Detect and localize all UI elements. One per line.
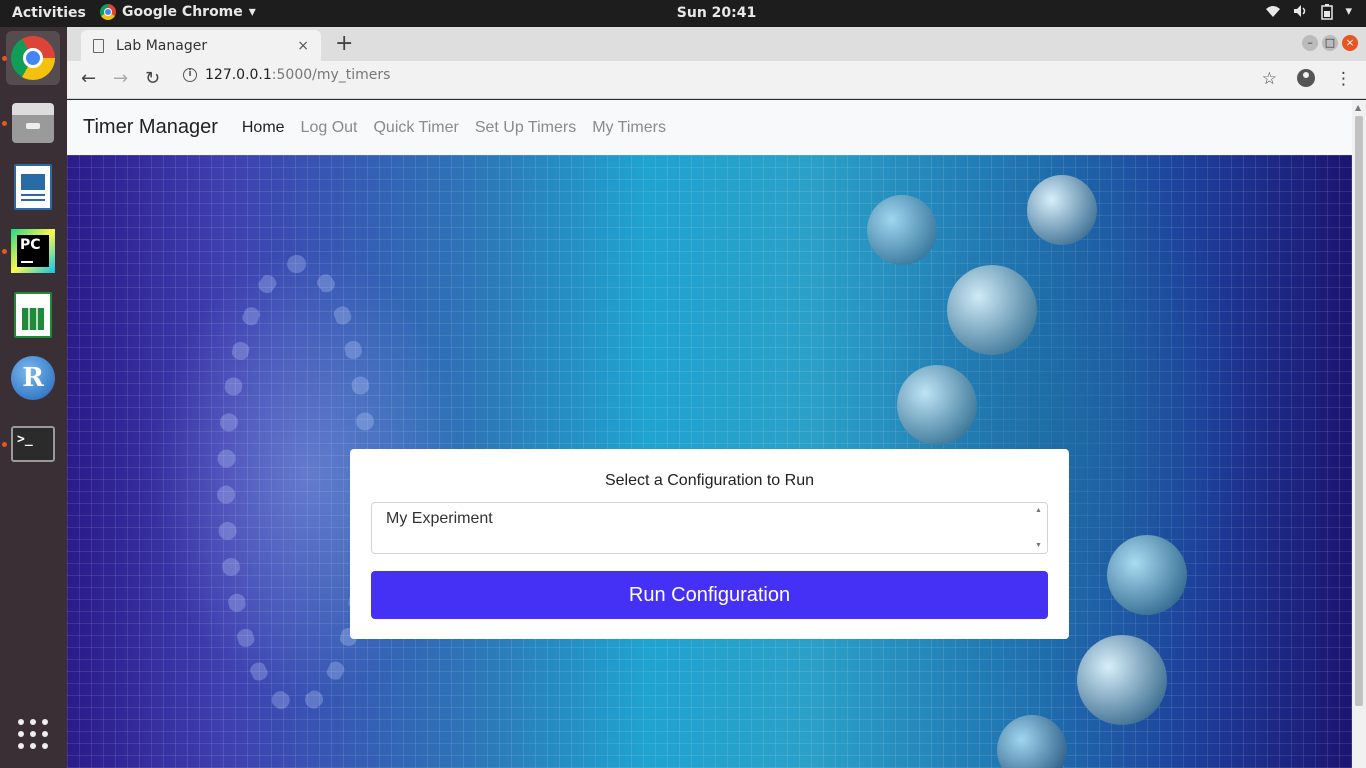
configuration-select[interactable]: My Experiment ▲ ▼ (371, 502, 1048, 554)
window-controls: – □ × (1302, 35, 1358, 51)
card-title: Select a Configuration to Run (604, 472, 814, 489)
dock-calc[interactable] (6, 288, 60, 342)
chrome-menu-icon[interactable]: ⋮ (1335, 69, 1352, 89)
dna-bead (1027, 175, 1097, 245)
site-info-icon[interactable]: i (183, 68, 197, 82)
nav-link-quick-timer[interactable]: Quick Timer (373, 119, 458, 137)
browser-tab-strip: Lab Manager × + – □ × (67, 27, 1366, 61)
libreoffice-impress-icon (14, 164, 52, 210)
volume-icon (1293, 4, 1309, 24)
dock-chrome[interactable] (6, 31, 60, 85)
launcher-dock: PC R >_ (0, 27, 67, 768)
site-navbar: Timer Manager Home Log Out Quick Timer S… (67, 100, 1352, 155)
battery-icon (1321, 4, 1334, 24)
page-icon (93, 38, 104, 53)
toolbar-actions: ☆ ⋮ (1262, 69, 1352, 89)
app-menu[interactable]: Google Chrome ▾ (100, 4, 256, 20)
dock-impress[interactable] (6, 160, 60, 214)
system-tray[interactable]: ▾ (1265, 4, 1352, 24)
dock-r[interactable]: R (6, 351, 60, 405)
select-scrollbar[interactable]: ▲ ▼ (1033, 505, 1045, 551)
bookmark-star-icon[interactable]: ☆ (1262, 69, 1277, 89)
nav-link-log-out[interactable]: Log Out (301, 119, 358, 137)
selected-option[interactable]: My Experiment (386, 510, 493, 528)
dna-background-image: Select a Configuration to Run My Experim… (67, 155, 1352, 768)
new-tab-button[interactable]: + (335, 31, 353, 56)
dock-pycharm[interactable]: PC (6, 224, 60, 278)
dna-bead (997, 715, 1067, 768)
run-configuration-button[interactable]: Run Configuration (371, 571, 1048, 619)
running-indicator (2, 442, 7, 447)
run-configuration-card: Select a Configuration to Run My Experim… (350, 449, 1069, 639)
close-window-button[interactable]: × (1342, 35, 1358, 51)
scroll-up-arrow-icon[interactable]: ▲ (1355, 103, 1361, 112)
url-host: 127.0.0.1 (205, 67, 272, 83)
back-button[interactable]: ← (81, 68, 96, 89)
dock-files[interactable] (6, 96, 60, 150)
running-indicator (2, 121, 7, 126)
r-icon: R (11, 356, 55, 400)
account-icon[interactable] (1297, 69, 1315, 87)
files-icon (12, 103, 54, 143)
app-menu-label: Google Chrome (122, 4, 243, 20)
minimize-button[interactable]: – (1302, 35, 1318, 51)
address-bar[interactable]: i 127.0.0.1:5000/my_timers (183, 67, 390, 83)
nav-link-home[interactable]: Home (242, 119, 285, 137)
libreoffice-calc-icon (14, 292, 52, 338)
forward-button[interactable]: → (113, 68, 128, 89)
navbar-brand[interactable]: Timer Manager (83, 116, 218, 139)
system-top-bar: Activities Google Chrome ▾ Sun 20:41 ▾ (0, 0, 1366, 27)
scroll-up-arrow-icon[interactable]: ▲ (1035, 507, 1042, 514)
chrome-icon (11, 36, 55, 80)
dna-bead (947, 265, 1037, 355)
dna-bead (897, 365, 977, 445)
terminal-icon: >_ (11, 426, 55, 462)
chevron-down-icon: ▾ (248, 4, 256, 20)
scroll-down-arrow-icon[interactable]: ▼ (1035, 542, 1042, 549)
dna-bead (1107, 535, 1187, 615)
dna-bead (867, 195, 937, 265)
page-scrollbar[interactable]: ▲ (1352, 100, 1366, 768)
url-path: :5000/my_timers (271, 67, 391, 83)
system-menu-chevron-icon: ▾ (1345, 4, 1352, 19)
reload-button[interactable]: ↻ (145, 68, 160, 89)
nav-link-set-up-timers[interactable]: Set Up Timers (475, 119, 576, 137)
dna-bead (1077, 635, 1167, 725)
dock-terminal[interactable]: >_ (6, 417, 60, 471)
pycharm-icon: PC (11, 229, 55, 273)
maximize-button[interactable]: □ (1322, 35, 1338, 51)
close-tab-icon[interactable]: × (297, 38, 309, 54)
activities-button[interactable]: Activities (12, 5, 86, 21)
wifi-icon (1265, 4, 1281, 24)
nav-link-my-timers[interactable]: My Timers (592, 119, 666, 137)
tab-title: Lab Manager (116, 37, 208, 54)
chrome-icon (100, 4, 116, 20)
page-viewport: Timer Manager Home Log Out Quick Timer S… (67, 100, 1352, 768)
running-indicator (2, 56, 7, 61)
running-indicator (2, 249, 7, 254)
browser-toolbar: ← → ↻ i 127.0.0.1:5000/my_timers ☆ ⋮ (67, 61, 1366, 99)
tab-lab-manager[interactable]: Lab Manager × (81, 30, 321, 61)
scrollbar-thumb[interactable] (1355, 116, 1363, 706)
show-applications-icon[interactable] (18, 719, 48, 749)
